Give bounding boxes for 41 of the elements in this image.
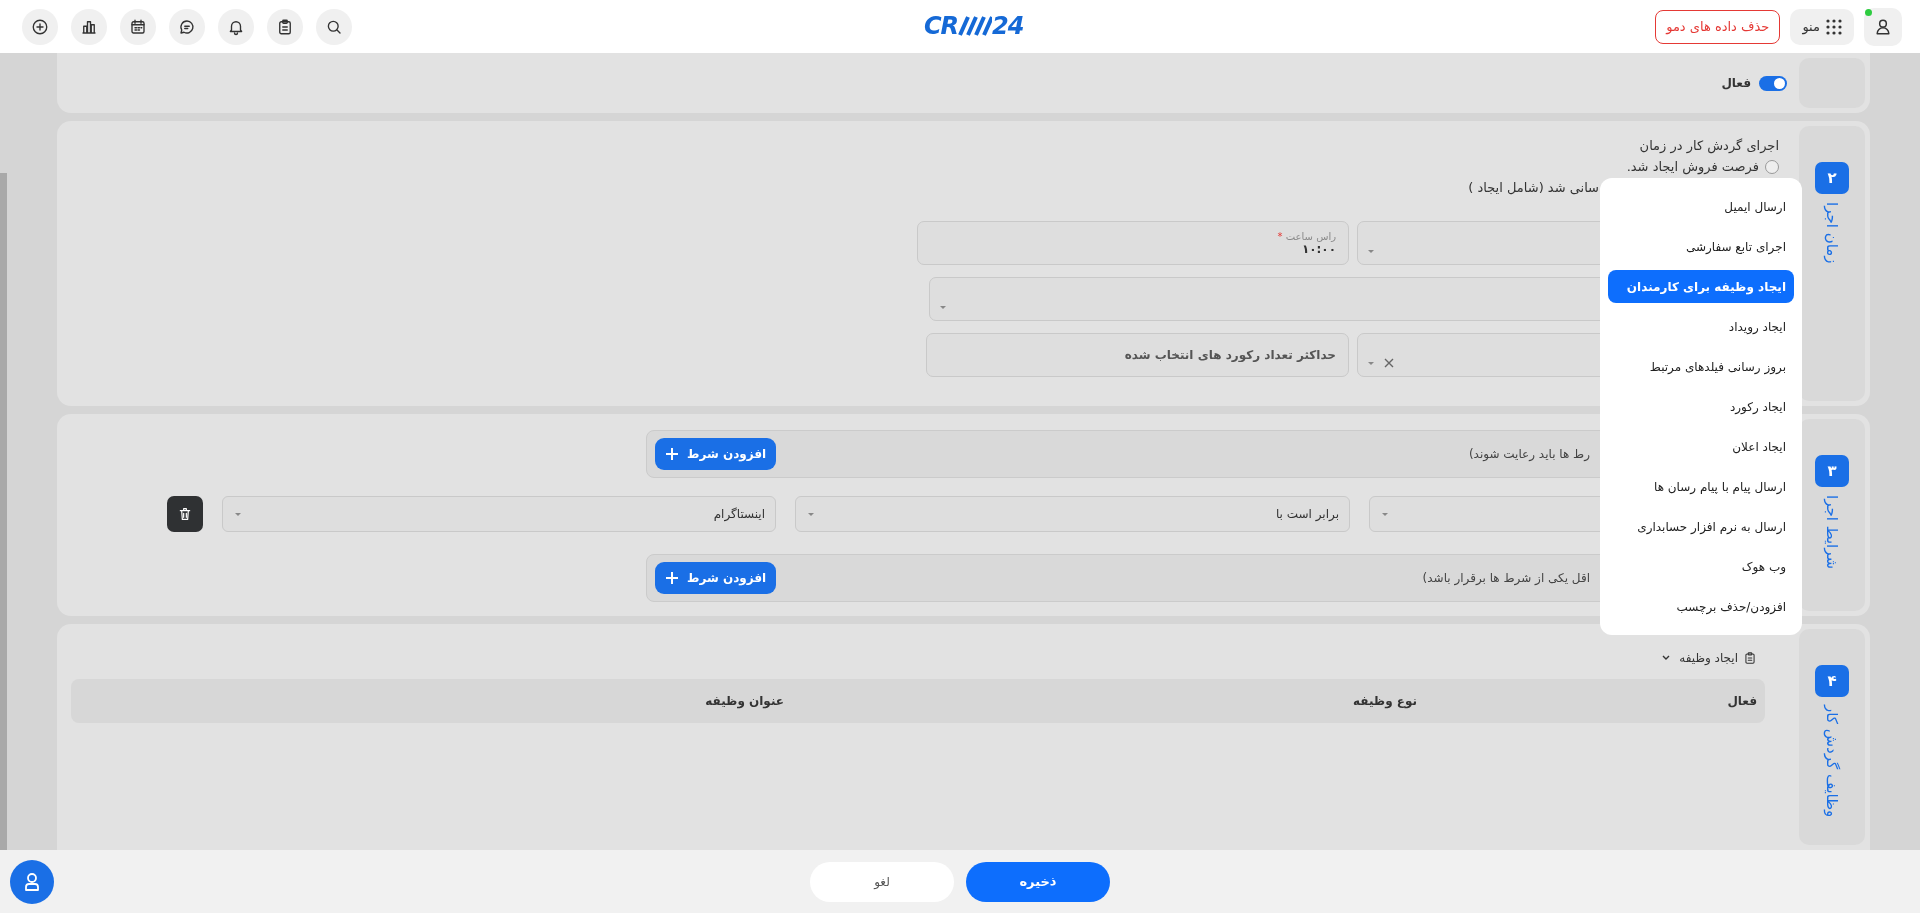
add-condition-button[interactable]: افزودن شرط [655, 438, 777, 470]
group-rule-text: اقل یکی از شرط ها برقرار باشد) [1422, 571, 1590, 585]
section-heading: اجرای گردش کار در زمان [1639, 138, 1779, 153]
step-number: ۴ [1815, 665, 1849, 697]
column-header: فعال [1726, 694, 1757, 708]
menu-item[interactable]: ایجاد وظیفه برای کارمندان [1608, 270, 1794, 303]
menu-item[interactable]: ایجاد رکورد [1608, 390, 1794, 423]
menu-button[interactable]: منو [1790, 8, 1854, 45]
max-records-field[interactable]: حداکثر تعداد رکورد های انتخاب شده [926, 333, 1349, 377]
cancel-button[interactable]: لغو [810, 861, 954, 902]
save-button[interactable]: ذخیره [966, 861, 1110, 902]
value-select[interactable]: اینستاگرام [222, 496, 776, 532]
step-tab[interactable]: ۲ زمان اجرا [1799, 126, 1865, 401]
menu-item[interactable]: ایجاد رویداد [1608, 310, 1794, 343]
column-header: نوع وظیفه [1352, 694, 1417, 708]
add-condition-button[interactable]: افزودن شرط [655, 562, 777, 594]
logo: CR 24 [924, 12, 1024, 40]
step-title: شرایط اجرا [1823, 495, 1841, 570]
menu-item[interactable]: ارسال به نرم افزار حسابداری [1608, 510, 1794, 543]
column-header: عنوان وظیفه [704, 694, 784, 708]
create-task-dropdown[interactable]: ایجاد وظیفه [1679, 651, 1757, 665]
menu-item[interactable]: ایجاد اعلان [1608, 430, 1794, 463]
step-title: زمان اجرا [1823, 202, 1841, 264]
menu-item[interactable]: وب هوک [1608, 550, 1794, 583]
operator-select[interactable]: برابر است با [795, 496, 1350, 532]
step-tab[interactable]: ۴ وظایف گردش کار [1799, 629, 1865, 845]
menu-item[interactable]: افزودن/حذف برچسب [1608, 590, 1794, 623]
delete-demo-data-button[interactable]: حذف داده های دمو [1655, 9, 1781, 44]
step-number: ۳ [1815, 455, 1849, 487]
menu-item[interactable]: ارسال ایمیل [1608, 190, 1794, 223]
toggle-label: فعال [1721, 76, 1751, 90]
group-rule-text: رط ها باید رعایت شوند) [1468, 447, 1590, 461]
step-title: وظایف گردش کار [1823, 705, 1841, 818]
menu-item[interactable]: ارسال پیام با پیام رسان ها [1608, 470, 1794, 503]
radio-label: فرصت فروش ایجاد شد. [1626, 159, 1759, 174]
step-number: ۲ [1815, 162, 1849, 194]
menu-item[interactable]: بروز رسانی فیلدهای مرتبط [1608, 350, 1794, 383]
radio-label: سانی شد (شامل ایجاد ) [1468, 180, 1599, 195]
time-field[interactable]: راس ساعت * ۱۰:۰۰ [917, 221, 1349, 265]
step-tab[interactable]: ۳ شرایط اجرا [1799, 419, 1865, 611]
menu-item[interactable]: اجرای تابع سفارشی [1608, 230, 1794, 263]
